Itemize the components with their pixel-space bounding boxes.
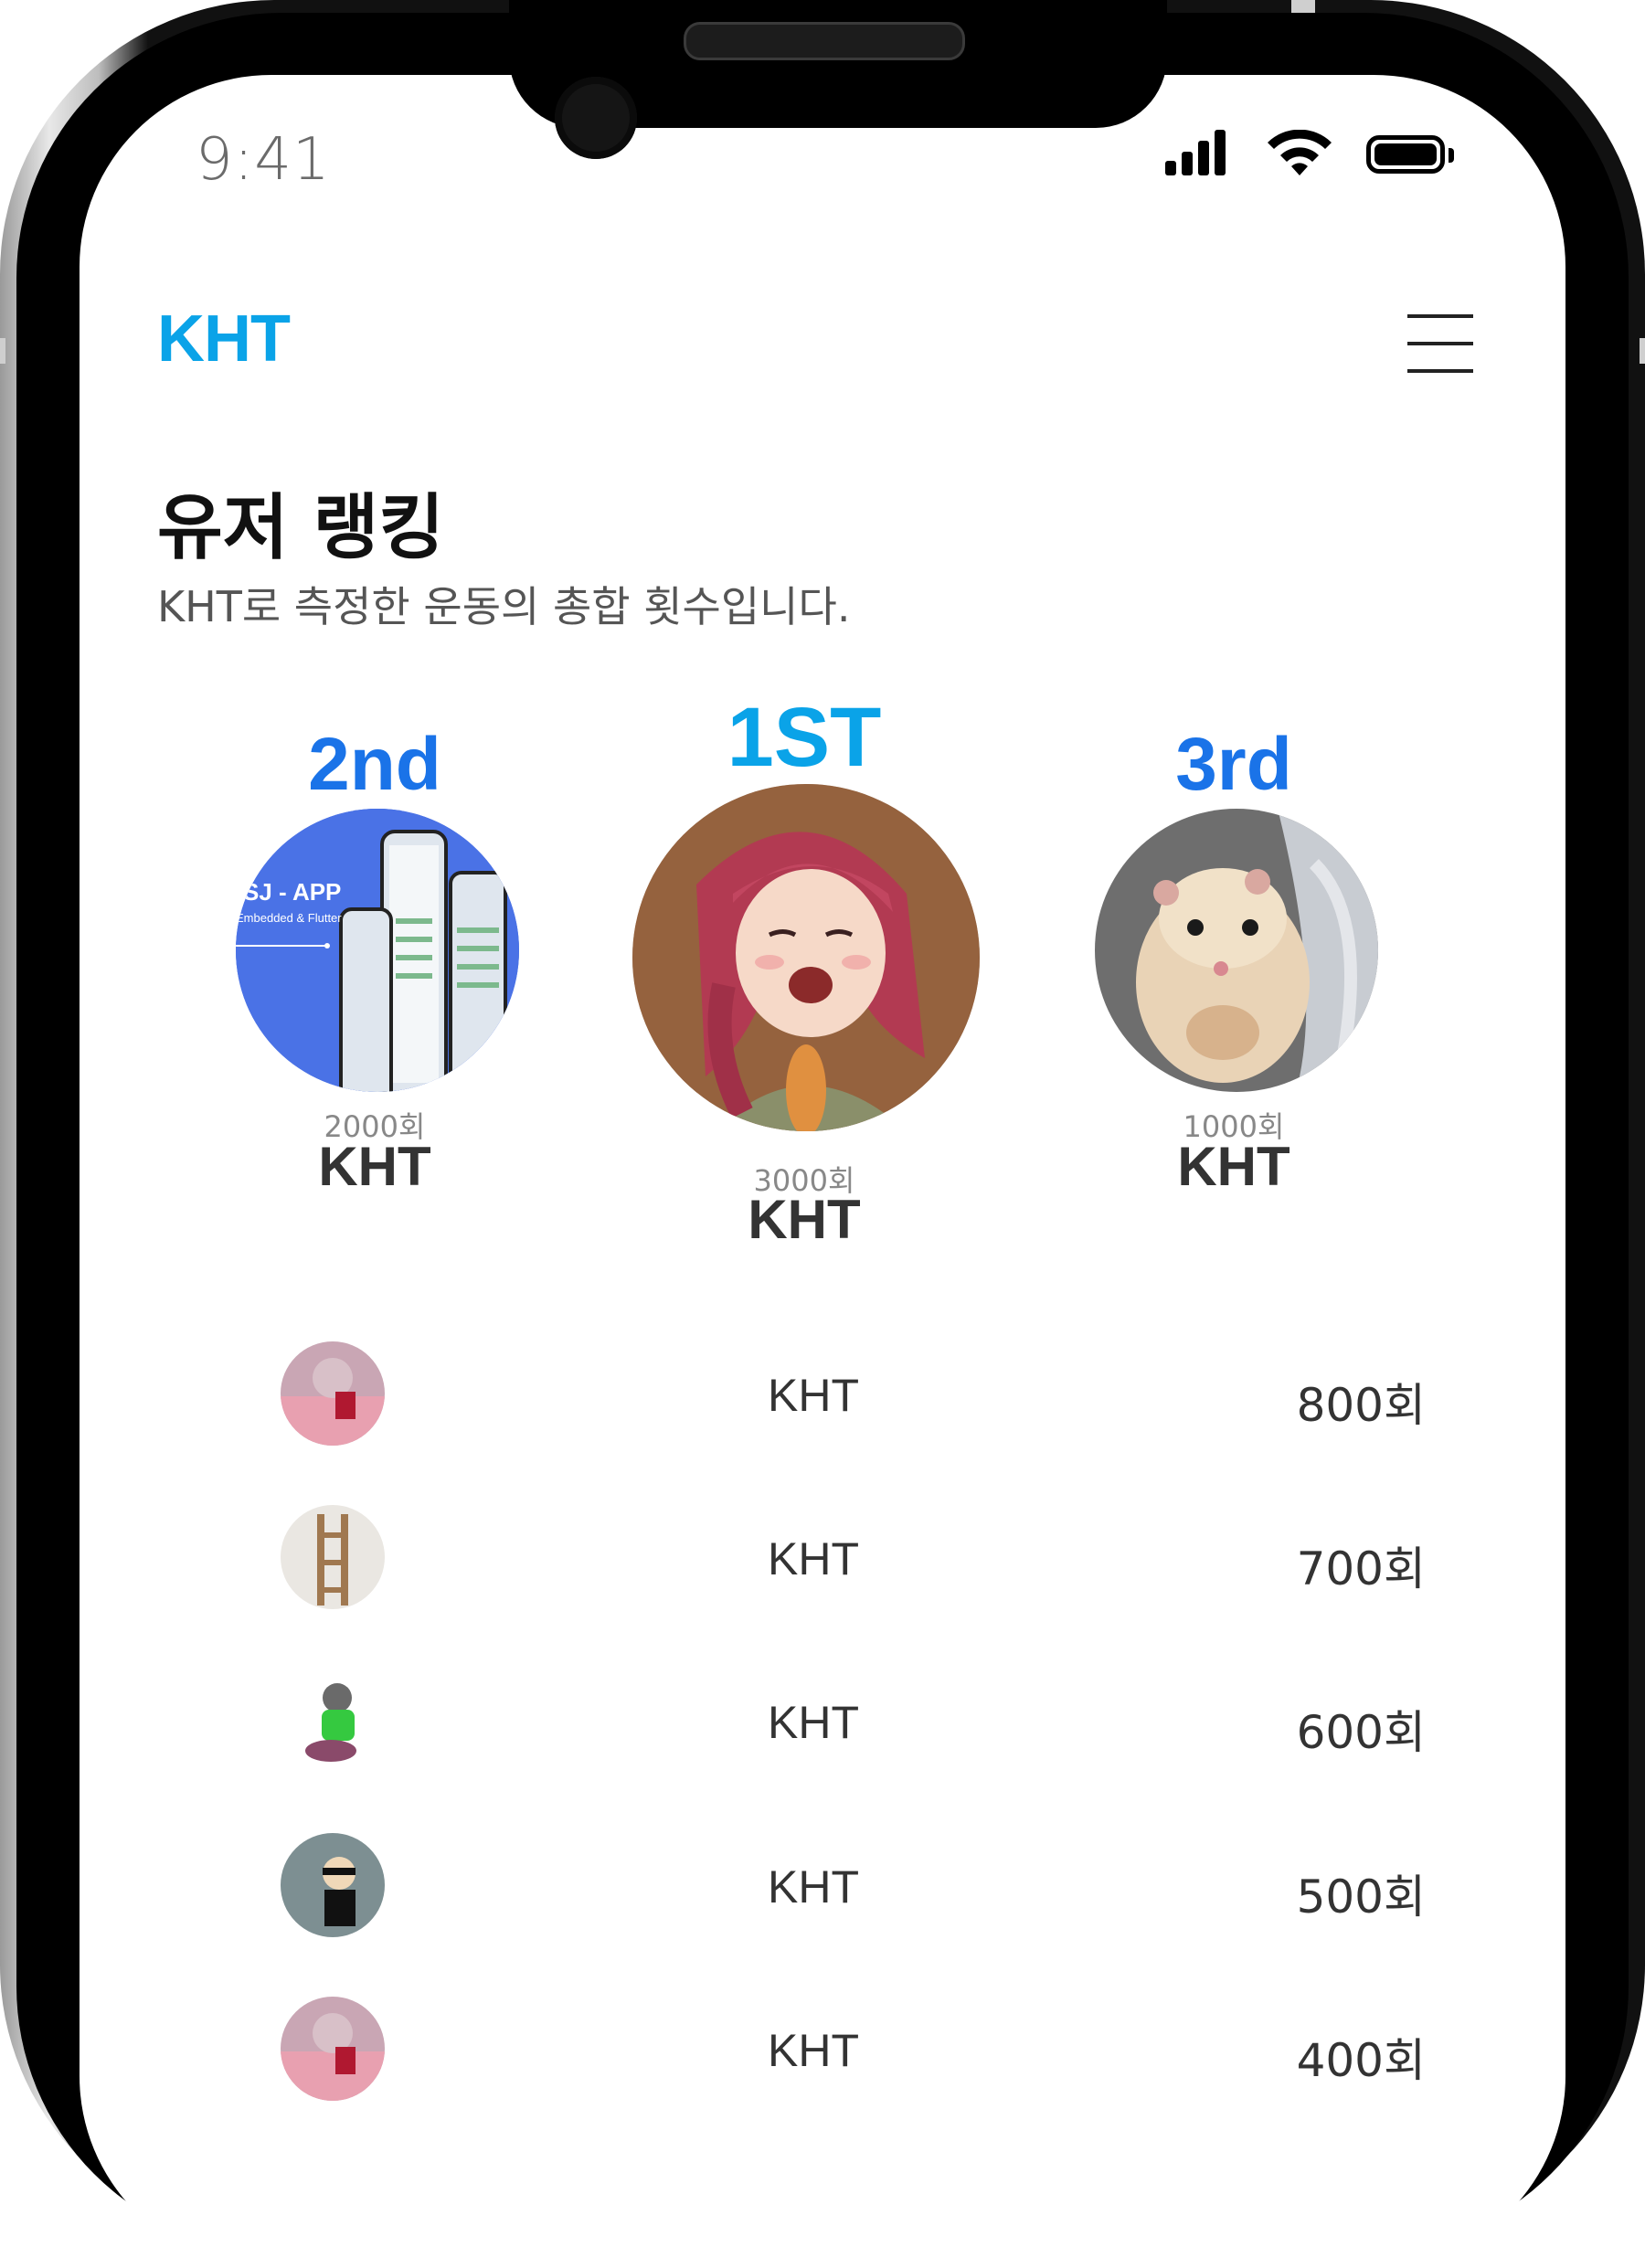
battery-cap: [1449, 148, 1454, 163]
brand-logo[interactable]: KHT: [157, 302, 291, 376]
hamburger-menu-icon[interactable]: [1407, 311, 1473, 376]
user-name: KHT: [768, 1533, 859, 1584]
status-time: 9:41: [196, 126, 331, 194]
user-name: KHT: [768, 1697, 859, 1748]
rank-label-3rd: 3rd: [1175, 723, 1292, 806]
speaker-grille: [684, 22, 965, 60]
top-antenna-line: [1291, 0, 1315, 13]
anime-character-image: [632, 784, 980, 1131]
hamster-image: [1095, 809, 1378, 1092]
avatar-2-title: SJ - APP: [243, 878, 341, 906]
user-avatar: [281, 1669, 385, 1773]
user-name: KHT: [768, 1370, 859, 1421]
front-camera: [555, 77, 637, 159]
side-button-left: [0, 338, 5, 364]
status-icons: [1165, 128, 1467, 183]
avatar-rank-2[interactable]: SJ - APP Embedded & Flutter: [236, 809, 519, 1092]
side-button-right: [1640, 338, 1645, 364]
ranking-row[interactable]: KHT 400회: [0, 1997, 1645, 2106]
user-name: KHT: [768, 2025, 859, 2076]
rank-2-name: KHT: [318, 1136, 431, 1197]
page-subtitle: KHT로 측정한 운동의 총합 횟수입니다.: [157, 582, 851, 631]
avatar-rank-3[interactable]: [1095, 809, 1378, 1092]
avatar-2-subtitle: Embedded & Flutter: [236, 911, 342, 925]
user-count: 800회: [1296, 1379, 1426, 1432]
user-avatar: [281, 1833, 385, 1937]
wifi-icon: [1268, 130, 1332, 175]
ranking-row[interactable]: KHT 800회: [0, 1341, 1645, 1451]
user-count: 700회: [1296, 1542, 1426, 1595]
user-avatar: [281, 1505, 385, 1609]
rank-1-name: KHT: [748, 1189, 861, 1250]
ranking-row[interactable]: KHT 600회: [0, 1669, 1645, 1778]
user-avatar: [281, 1341, 385, 1446]
battery-icon: [1366, 135, 1445, 174]
ranking-row[interactable]: KHT 700회: [0, 1505, 1645, 1615]
user-avatar: [281, 1997, 385, 2101]
rank-label-2nd: 2nd: [308, 723, 441, 806]
app-promo-image: SJ - APP Embedded & Flutter: [236, 809, 519, 1092]
rank-3-name: KHT: [1177, 1136, 1290, 1197]
user-count: 500회: [1296, 1871, 1426, 1924]
ranking-row[interactable]: KHT 500회: [0, 1833, 1645, 1943]
user-count: 600회: [1296, 1706, 1426, 1759]
user-count: 400회: [1296, 2034, 1426, 2087]
rank-label-1st: 1ST: [727, 691, 882, 784]
signal-icon: [1165, 128, 1238, 183]
user-name: KHT: [768, 1861, 859, 1913]
page-title: 유저 랭킹: [157, 487, 445, 569]
avatar-rank-1[interactable]: [632, 784, 980, 1131]
